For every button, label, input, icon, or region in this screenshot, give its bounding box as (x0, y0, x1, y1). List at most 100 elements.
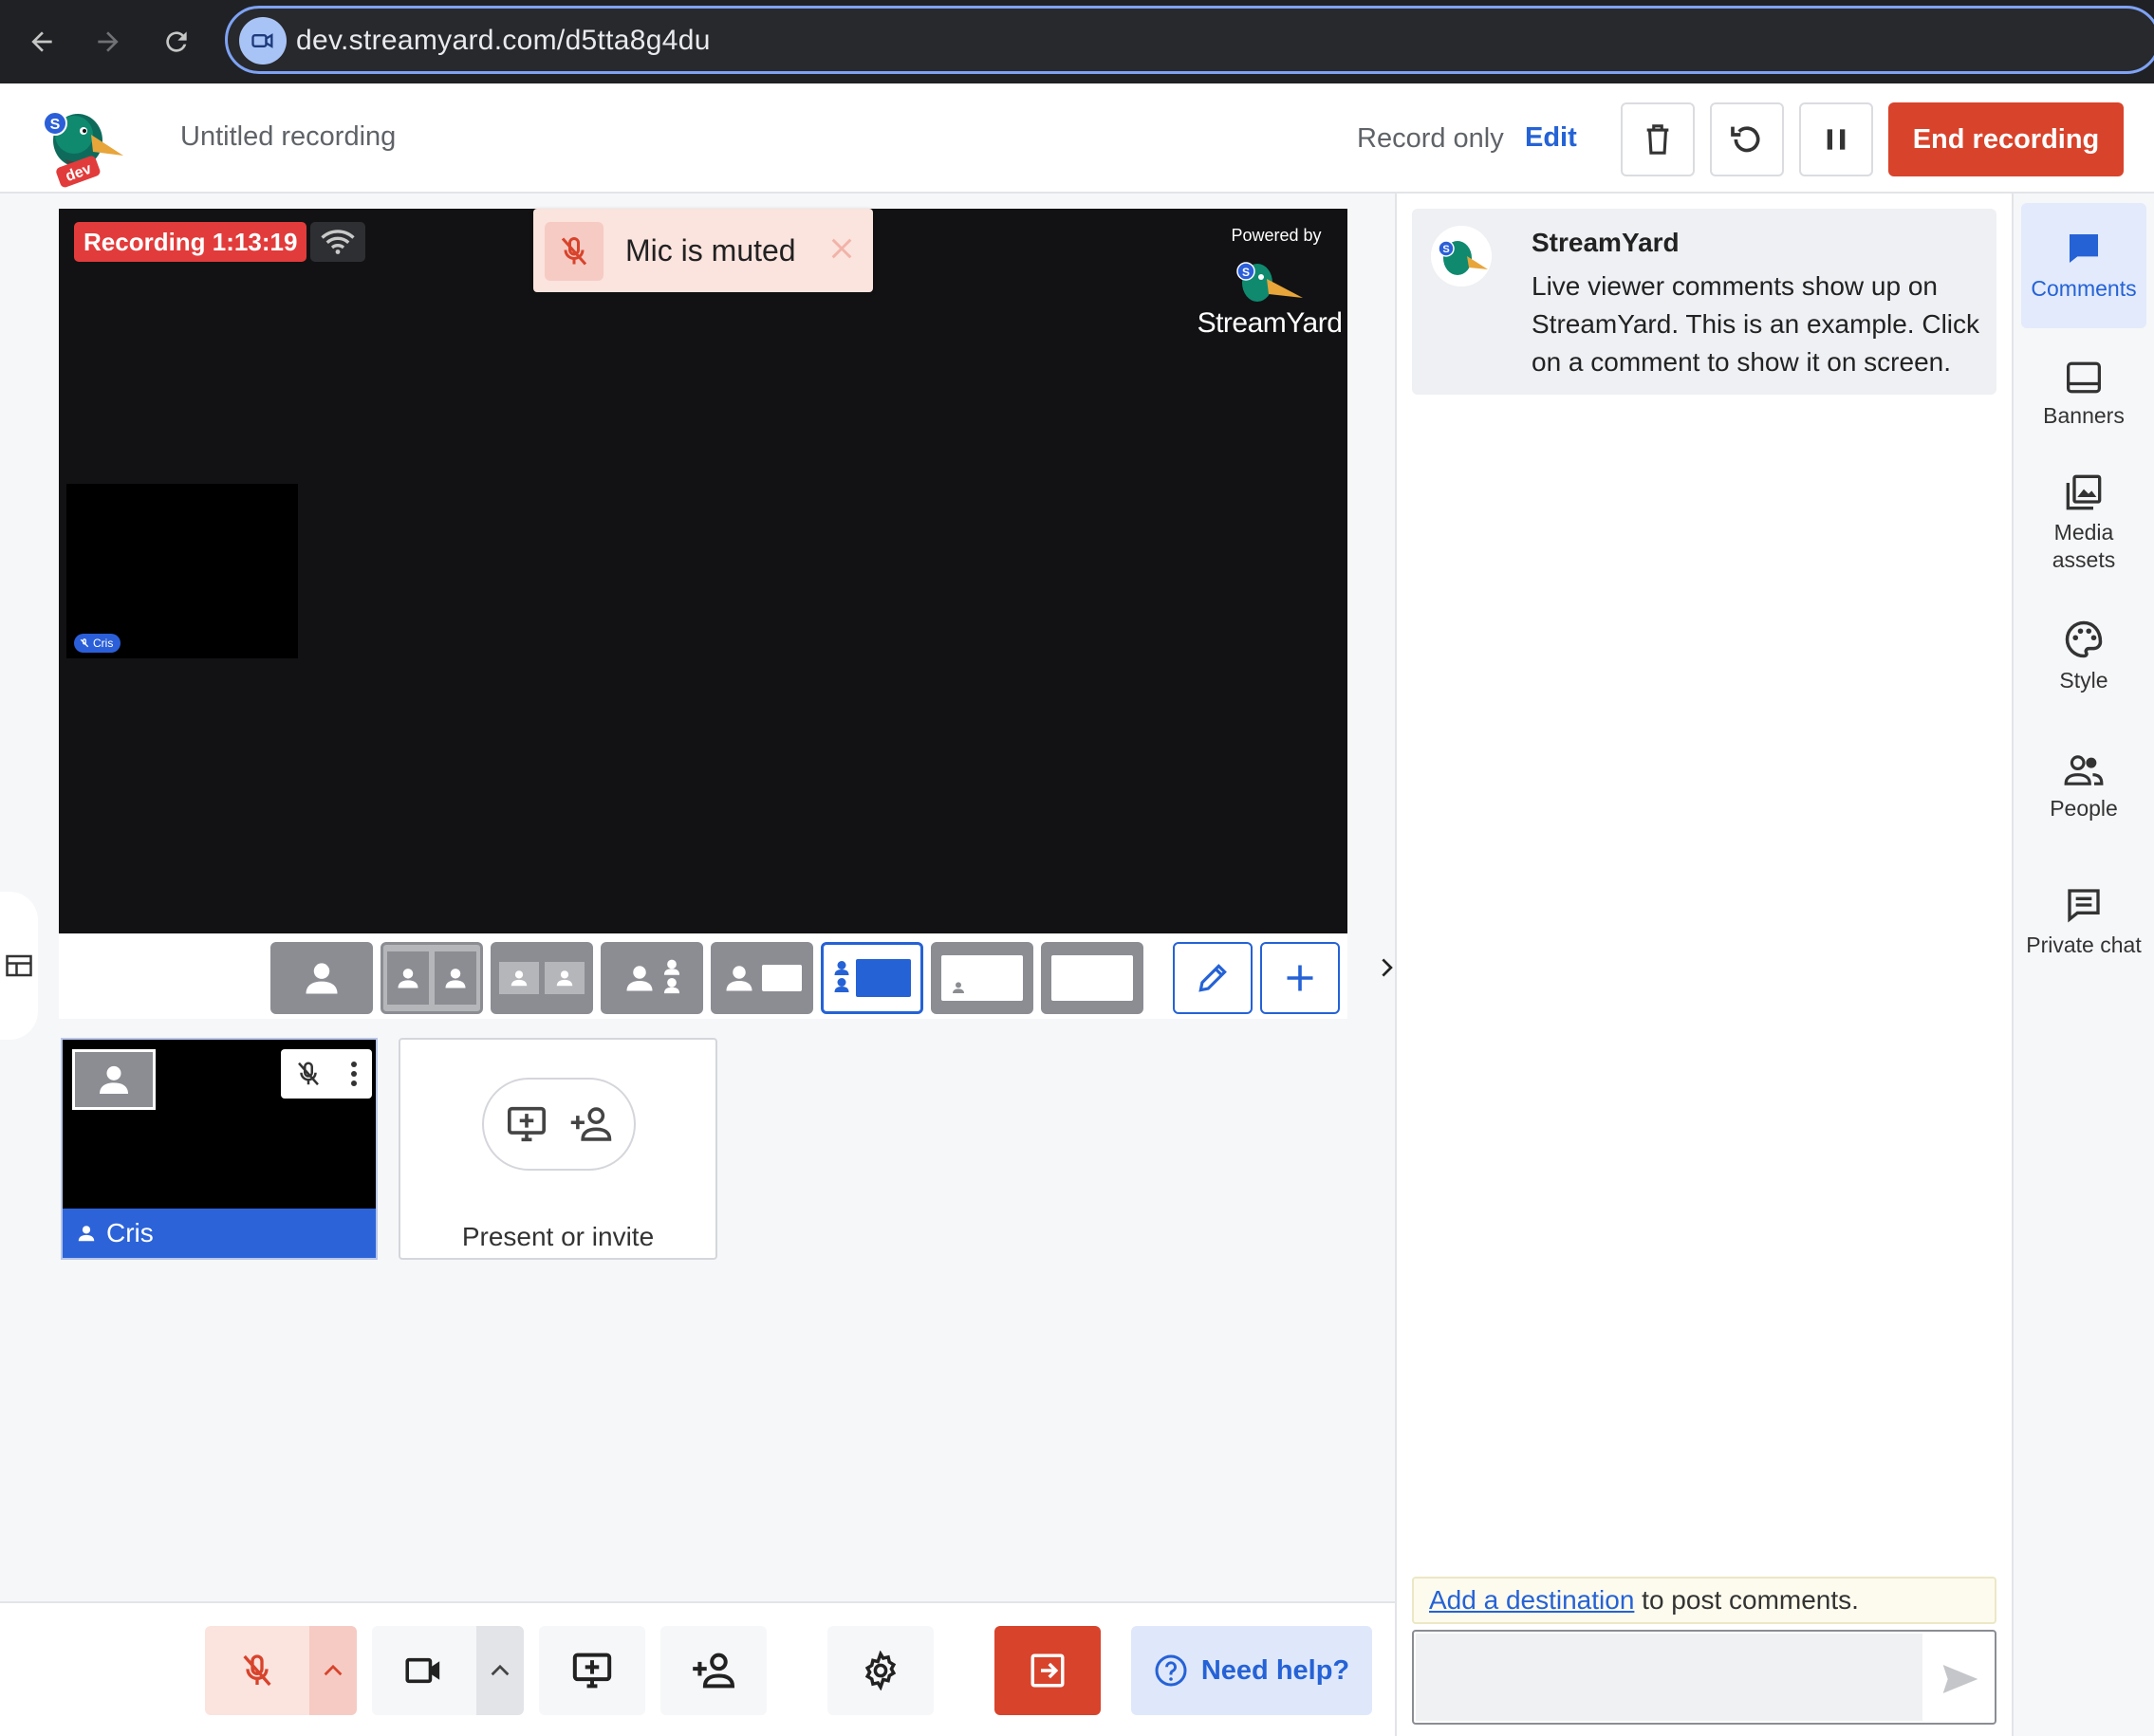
close-icon (831, 238, 852, 259)
comment-avatar: S (1431, 226, 1492, 286)
reload-button[interactable] (148, 13, 205, 70)
edit-destination-link[interactable]: Edit (1525, 122, 1577, 154)
send-icon (1942, 1665, 1978, 1693)
layout-screen-pip[interactable] (931, 942, 1033, 1014)
layout-news[interactable] (711, 942, 813, 1014)
add-person-icon (693, 1653, 735, 1689)
rail-people[interactable]: People (2021, 730, 2146, 844)
present-invite-label: Present or invite (461, 1222, 655, 1251)
person-icon (511, 970, 528, 987)
address-bar[interactable]: dev.streamyard.com/d5tta8g4du (225, 6, 2154, 74)
streamyard-bird-logo: S (1229, 254, 1305, 307)
camera-toggle-button[interactable] (372, 1626, 476, 1715)
exit-icon (1031, 1653, 1065, 1688)
record-only-label: Record only (1357, 123, 1504, 154)
person-icon (953, 982, 964, 993)
restart-button[interactable] (1710, 102, 1784, 176)
destination-note-text: to post comments. (1634, 1585, 1859, 1615)
layout-fullscreen[interactable] (1041, 942, 1143, 1014)
comments-panel: S StreamYard Live viewer comments show u… (1397, 194, 2012, 1736)
rail-style-label: Style (2059, 667, 2108, 693)
participant-more-button[interactable] (349, 1060, 359, 1088)
layout-sidebar-screen[interactable] (821, 942, 923, 1014)
recording-title[interactable]: Untitled recording (180, 121, 396, 153)
person-icon (78, 1226, 95, 1242)
rail-style[interactable]: Style (2021, 600, 2146, 713)
layout-panel-toggle[interactable] (0, 892, 38, 1040)
participant-tile-cris[interactable]: Cris (61, 1038, 378, 1260)
leave-studio-button[interactable] (994, 1626, 1101, 1715)
help-circle-icon (1155, 1654, 1187, 1687)
svg-text:S: S (50, 117, 61, 133)
participant-controls (281, 1049, 372, 1099)
participant-name: Cris (106, 1218, 154, 1247)
send-comment-button[interactable] (1934, 1656, 1987, 1702)
reload-icon (166, 31, 187, 52)
chat-icon (2068, 888, 2100, 922)
site-camera-icon (239, 17, 287, 65)
add-person-icon (570, 1107, 612, 1141)
destination-note: Add a destination to post comments. (1412, 1577, 1996, 1624)
participant-name-bar: Cris (63, 1209, 376, 1258)
stage-participant-tile[interactable]: Cris (66, 484, 298, 658)
chevron-right-icon (1382, 958, 1393, 977)
pause-icon (1827, 129, 1846, 150)
arrow-left-icon (31, 31, 52, 52)
person-icon (726, 966, 752, 991)
mic-off-icon (298, 1062, 319, 1086)
need-help-label: Need help? (1200, 1654, 1350, 1686)
screen-share-icon (508, 1106, 546, 1142)
rail-people-label: People (2050, 795, 2118, 821)
pencil-icon (1198, 964, 1227, 992)
rail-media-assets-label: Media assets (2052, 520, 2116, 572)
url-text: dev.streamyard.com/d5tta8g4du (296, 25, 711, 56)
person-icon (445, 969, 466, 988)
media-assets-icon (2066, 474, 2102, 510)
sample-comment[interactable]: S StreamYard Live viewer comments show u… (1412, 209, 1996, 395)
layout-grid-icon (6, 954, 32, 977)
mic-options-button[interactable] (309, 1626, 357, 1715)
streamyard-wordmark: StreamYard (1197, 307, 1343, 339)
camera-options-button[interactable] (476, 1626, 524, 1715)
share-screen-button[interactable] (539, 1626, 645, 1715)
forward-button[interactable] (80, 13, 137, 70)
layout-solo[interactable] (270, 942, 373, 1014)
mic-toggle-button[interactable] (205, 1626, 309, 1715)
toast-close-button[interactable] (823, 230, 861, 268)
present-or-invite-tile[interactable]: Present or invite (399, 1038, 717, 1260)
recording-timer-badge: Recording 1:13:19 (74, 222, 307, 262)
toast-unmute-button[interactable] (545, 222, 603, 281)
participant-mute-button[interactable] (294, 1059, 323, 1089)
edit-layout-button[interactable] (1173, 942, 1253, 1014)
rail-banners[interactable]: Banners (2021, 338, 2146, 452)
add-destination-link[interactable]: Add a destination (1429, 1585, 1634, 1615)
invite-button[interactable] (660, 1626, 767, 1715)
people-stack-icon (663, 959, 680, 994)
delete-button[interactable] (1621, 102, 1695, 176)
streamyard-dev-logo[interactable]: S dev (36, 102, 125, 188)
svg-text:S: S (1242, 266, 1250, 279)
rail-comments[interactable]: Comments (2021, 203, 2146, 328)
rail-comments-label: Comments (2031, 275, 2137, 301)
stage-tile-name-badge: Cris (74, 634, 121, 653)
rail-media-assets[interactable]: Media assets (2021, 459, 2146, 588)
settings-button[interactable] (827, 1626, 934, 1715)
comment-text: Live viewer comments show up on StreamYa… (1532, 271, 1980, 377)
comment-input[interactable] (1416, 1634, 1922, 1721)
layout-selector-bar (59, 933, 1347, 1019)
need-help-button[interactable]: Need help? (1131, 1626, 1372, 1715)
present-invite-icons (482, 1078, 636, 1171)
layout-split[interactable] (381, 942, 483, 1014)
end-recording-button[interactable]: End recording (1888, 102, 2124, 176)
add-layout-button[interactable] (1260, 942, 1340, 1014)
layout-group[interactable] (491, 942, 593, 1014)
rail-private-chat[interactable]: Private chat (2021, 858, 2146, 987)
back-button[interactable] (13, 13, 70, 70)
layout-leader[interactable] (601, 942, 703, 1014)
person-icon (100, 1065, 128, 1094)
side-icon-rail: Comments Banners Media assets Style Peop… (2014, 194, 2154, 1736)
person-icon (626, 966, 653, 991)
connection-indicator[interactable] (310, 222, 365, 262)
mic-off-icon (561, 236, 587, 266)
pause-button[interactable] (1799, 102, 1873, 176)
